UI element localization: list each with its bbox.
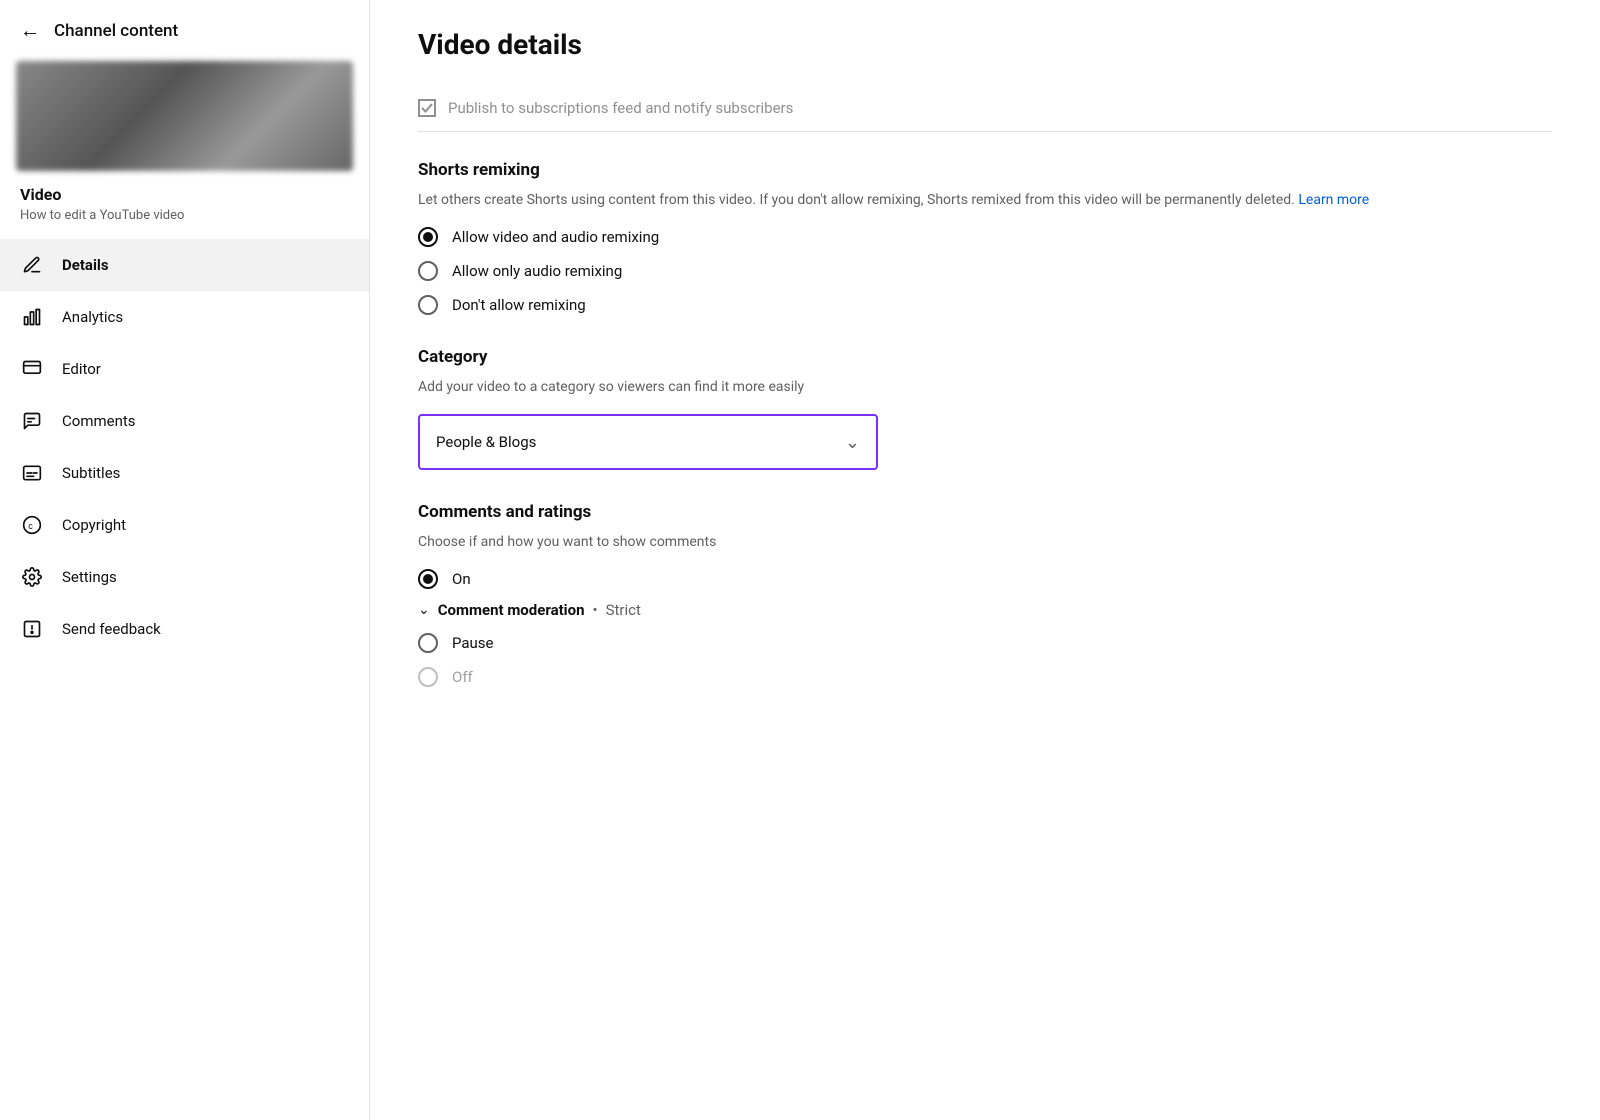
remixing-option-all-label: Allow video and audio remixing	[452, 228, 659, 246]
comments-ratings-title: Comments and ratings	[418, 502, 1552, 522]
copyright-icon: c	[20, 513, 44, 537]
analytics-icon	[20, 305, 44, 329]
comments-option-off[interactable]: Off	[418, 667, 1552, 687]
radio-circle-pause	[418, 633, 438, 653]
comments-option-off-label: Off	[452, 668, 473, 686]
learn-more-link[interactable]: Learn more	[1298, 192, 1369, 208]
remixing-radio-group: Allow video and audio remixing Allow onl…	[418, 227, 1552, 315]
sidebar-item-editor-label: Editor	[62, 360, 101, 378]
category-section: Category Add your video to a category so…	[418, 347, 1552, 470]
comment-moderation-label: Comment moderation	[438, 601, 585, 619]
shorts-remixing-section: Shorts remixing Let others create Shorts…	[418, 160, 1552, 315]
sidebar-item-settings-label: Settings	[62, 568, 117, 586]
comments-option-on[interactable]: On	[418, 569, 1552, 589]
chevron-down-icon: ⌄	[845, 432, 860, 453]
publish-checkbox[interactable]	[418, 99, 436, 117]
back-arrow-icon: ←	[20, 18, 40, 43]
sidebar-item-comments[interactable]: Comments	[0, 395, 369, 447]
video-subtitle: How to edit a YouTube video	[20, 208, 349, 223]
remixing-option-audio[interactable]: Allow only audio remixing	[418, 261, 1552, 281]
sidebar-item-send-feedback-label: Send feedback	[62, 620, 161, 638]
video-title: Video	[20, 185, 349, 204]
radio-circle-audio	[418, 261, 438, 281]
video-info: Video How to edit a YouTube video	[0, 171, 369, 233]
sidebar-item-details[interactable]: Details	[0, 239, 369, 291]
settings-icon	[20, 565, 44, 589]
moderation-separator: •	[593, 601, 598, 619]
remixing-option-audio-label: Allow only audio remixing	[452, 262, 622, 280]
sidebar-item-subtitles-label: Subtitles	[62, 464, 120, 482]
radio-inner-all	[423, 232, 433, 242]
back-button[interactable]: ← Channel content	[20, 18, 178, 43]
page-title: Video details	[418, 28, 1552, 61]
pencil-icon	[20, 253, 44, 277]
radio-circle-off	[418, 667, 438, 687]
sidebar-header: ← Channel content	[0, 0, 369, 61]
publish-label: Publish to subscriptions feed and notify…	[448, 99, 793, 117]
sidebar-item-details-label: Details	[62, 256, 109, 274]
thumbnail-inner	[16, 61, 353, 171]
sidebar-item-send-feedback[interactable]: Send feedback	[0, 603, 369, 655]
comments-ratings-section: Comments and ratings Choose if and how y…	[418, 502, 1552, 687]
svg-text:c: c	[28, 521, 33, 531]
channel-content-label: Channel content	[54, 21, 178, 41]
sidebar-item-copyright[interactable]: c Copyright	[0, 499, 369, 551]
remixing-option-all[interactable]: Allow video and audio remixing	[418, 227, 1552, 247]
nav-list: Details Analytics Editor	[0, 233, 369, 661]
sidebar-item-subtitles[interactable]: Subtitles	[0, 447, 369, 499]
comments-radio-group: On	[418, 569, 1552, 589]
radio-inner-on	[423, 574, 433, 584]
comments-icon	[20, 409, 44, 433]
video-thumbnail	[16, 61, 353, 171]
comments-pause-group: Pause Off	[418, 633, 1552, 687]
category-title: Category	[418, 347, 1552, 367]
moderation-value: Strict	[606, 601, 641, 619]
feedback-icon	[20, 617, 44, 641]
sidebar-item-comments-label: Comments	[62, 412, 136, 430]
editor-icon	[20, 357, 44, 381]
comment-moderation-row[interactable]: ⌄ Comment moderation • Strict	[418, 601, 1552, 619]
shorts-remixing-title: Shorts remixing	[418, 160, 1552, 180]
comments-option-pause-label: Pause	[452, 634, 494, 652]
sidebar-item-analytics[interactable]: Analytics	[0, 291, 369, 343]
publish-row: Publish to subscriptions feed and notify…	[418, 85, 1552, 132]
radio-circle-all	[418, 227, 438, 247]
comments-ratings-desc: Choose if and how you want to show comme…	[418, 532, 1552, 553]
radio-circle-on	[418, 569, 438, 589]
main-content: Video details Publish to subscriptions f…	[370, 0, 1600, 1120]
comments-option-on-label: On	[452, 570, 471, 588]
remixing-option-none-label: Don't allow remixing	[452, 296, 586, 314]
sidebar: ← Channel content Video How to edit a Yo…	[0, 0, 370, 1120]
category-dropdown-value: People & Blogs	[436, 433, 536, 451]
sidebar-item-copyright-label: Copyright	[62, 516, 126, 534]
category-desc: Add your video to a category so viewers …	[418, 377, 1552, 398]
comments-option-pause[interactable]: Pause	[418, 633, 1552, 653]
sidebar-item-settings[interactable]: Settings	[0, 551, 369, 603]
remixing-option-none[interactable]: Don't allow remixing	[418, 295, 1552, 315]
category-dropdown[interactable]: People & Blogs ⌄	[418, 414, 878, 470]
chevron-down-icon: ⌄	[418, 602, 430, 618]
sidebar-item-editor[interactable]: Editor	[0, 343, 369, 395]
radio-circle-none	[418, 295, 438, 315]
subtitles-icon	[20, 461, 44, 485]
shorts-remixing-desc: Let others create Shorts using content f…	[418, 190, 1552, 211]
sidebar-item-analytics-label: Analytics	[62, 308, 123, 326]
